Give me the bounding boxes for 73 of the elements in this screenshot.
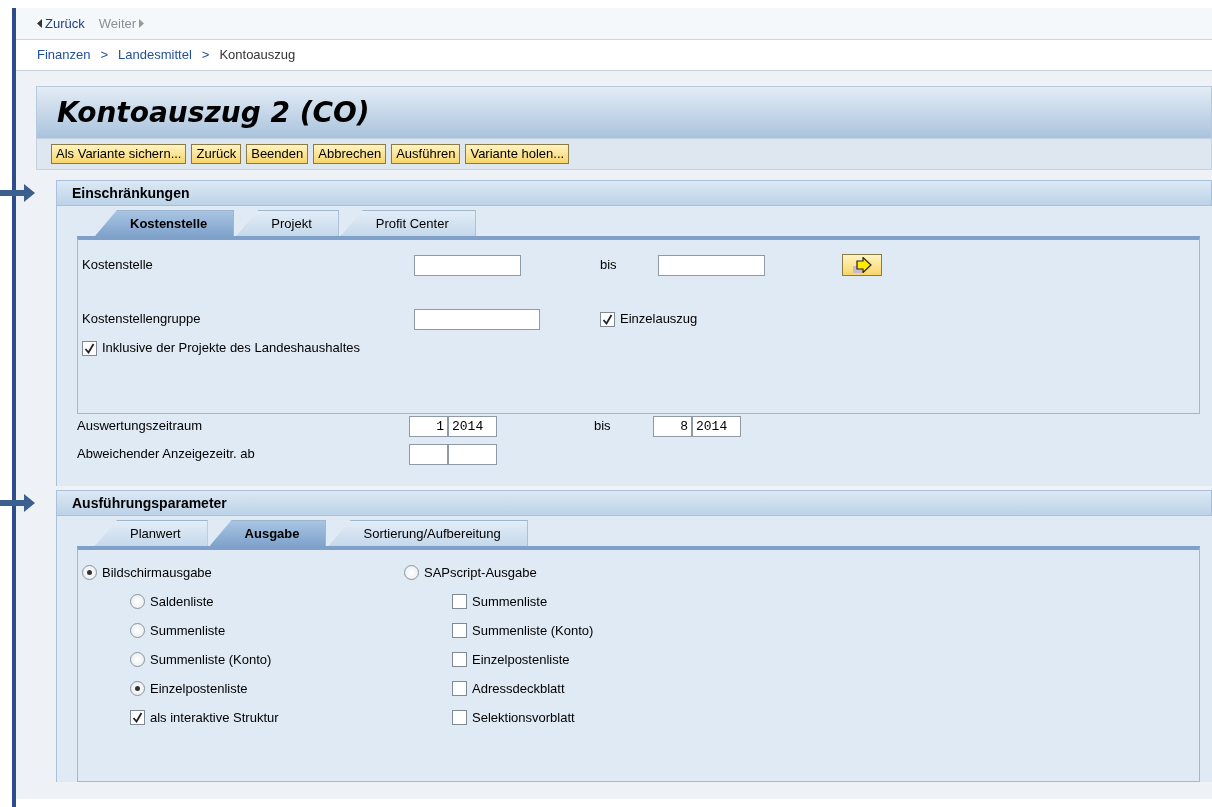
- option-label: Selektionsvorblatt: [472, 708, 575, 727]
- page-title: Kontoauszug 2 (CO): [57, 95, 370, 130]
- pointer-arrow-icon: [0, 184, 35, 202]
- breadcrumb-link[interactable]: Landesmittel: [118, 45, 192, 65]
- section-title: Ausführungsparameter: [72, 493, 227, 513]
- option-label: Einzelpostenliste: [150, 679, 248, 698]
- radio-button[interactable]: [130, 594, 145, 609]
- tab[interactable]: Planwert: [95, 520, 208, 546]
- radio-button[interactable]: [130, 623, 145, 638]
- option-label: als interaktive Struktur: [150, 708, 279, 727]
- radio-button[interactable]: [130, 652, 145, 667]
- field-label: Kostenstellengruppe: [82, 310, 202, 329]
- breadcrumb-link[interactable]: Finanzen: [37, 45, 91, 65]
- toolbar-button[interactable]: Als Variante sichern...: [51, 144, 187, 164]
- toolbar-button[interactable]: Abbrechen: [313, 144, 387, 164]
- back-link[interactable]: Zurück: [37, 13, 85, 34]
- option-label: Saldenliste: [150, 592, 214, 611]
- tab[interactable]: Projekt: [236, 210, 339, 236]
- checkbox[interactable]: [130, 710, 145, 725]
- year-field[interactable]: [448, 443, 497, 465]
- option-label: Summenliste: [472, 592, 548, 611]
- checkbox[interactable]: [82, 340, 97, 356]
- toolbar-button[interactable]: Ausführen: [391, 144, 461, 164]
- month-field[interactable]: 1: [409, 415, 448, 437]
- arrow-icon: [851, 257, 873, 273]
- checkbox[interactable]: [452, 623, 467, 638]
- section-title: Einschränkungen: [72, 183, 190, 203]
- input-field[interactable]: [658, 254, 765, 276]
- field-label: Abweichender Anzeigezeitr. ab: [77, 445, 256, 464]
- option-label: Einzelauszug: [620, 310, 698, 329]
- breadcrumb-separator: >: [201, 46, 210, 65]
- option-label: SAPscript-Ausgabe: [424, 563, 537, 582]
- option-label: Inklusive der Projekte des Landeshaushaltes: [102, 339, 360, 358]
- checkbox[interactable]: [452, 652, 467, 667]
- option-label: Summenliste: [150, 621, 226, 640]
- checkbox[interactable]: [452, 681, 467, 696]
- month-field[interactable]: 8: [653, 415, 692, 437]
- check-icon: [602, 313, 613, 325]
- check-icon: [132, 712, 143, 723]
- option-label: Summenliste (Konto): [472, 621, 594, 640]
- check-icon: [84, 342, 95, 354]
- back-icon: [37, 19, 42, 28]
- pointer-arrow-icon: [0, 494, 35, 512]
- tab[interactable]: Ausgabe: [209, 520, 327, 546]
- multiple-selection-button[interactable]: [842, 254, 882, 276]
- toolbar-button[interactable]: Zurück: [191, 144, 242, 164]
- field-label: Kostenstelle: [82, 256, 154, 275]
- checkbox[interactable]: [600, 311, 615, 327]
- toolbar-button[interactable]: Variante holen...: [465, 144, 570, 164]
- tab[interactable]: Kostenstelle: [95, 210, 235, 236]
- forward-icon: [139, 19, 145, 28]
- input-field[interactable]: [414, 254, 521, 276]
- option-label: Adressdeckblatt: [472, 679, 565, 698]
- input-field[interactable]: [414, 308, 540, 330]
- tab[interactable]: Sortierung/Aufbereitung: [328, 520, 528, 546]
- option-label: Einzelpostenliste: [472, 650, 570, 669]
- option-label: Summenliste (Konto): [150, 650, 272, 669]
- field-label: Auswertungszeitraum: [77, 417, 203, 436]
- checkbox[interactable]: [452, 594, 467, 609]
- year-field[interactable]: 2014: [692, 415, 741, 437]
- option-label: Bildschirmausgabe: [102, 563, 212, 582]
- breadcrumb-separator: >: [100, 46, 109, 65]
- breadcrumb-current: Kontoauszug: [219, 46, 296, 65]
- radio-button[interactable]: [404, 565, 419, 580]
- toolbar-button[interactable]: Beenden: [246, 144, 309, 164]
- radio-button[interactable]: [130, 681, 145, 696]
- year-field[interactable]: 2014: [448, 415, 497, 437]
- field-label: bis: [600, 256, 618, 275]
- radio-button[interactable]: [82, 565, 97, 580]
- checkbox[interactable]: [452, 710, 467, 725]
- month-field[interactable]: [409, 443, 448, 465]
- field-label: bis: [594, 417, 612, 436]
- tab[interactable]: Profit Center: [340, 210, 476, 236]
